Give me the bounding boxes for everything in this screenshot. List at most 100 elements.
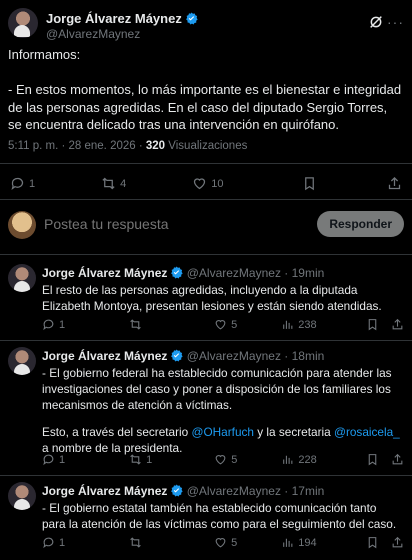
views-count: 194 (298, 536, 317, 549)
author-name[interactable]: Jorge Álvarez Máynez (42, 484, 167, 498)
verified-badge-icon (185, 12, 198, 25)
repost-icon (130, 454, 141, 465)
like-count: 5 (231, 536, 238, 549)
reply-count: 1 (59, 318, 66, 331)
author-handle[interactable]: @AlvarezMaynez (187, 266, 281, 280)
like-action[interactable]: 5 (214, 453, 237, 466)
main-post-actions: 1 4 10 (8, 176, 404, 191)
views-count: 320 (145, 140, 166, 152)
divider (0, 475, 412, 476)
verified-badge-icon (171, 349, 184, 362)
post-timestamp[interactable]: 5:11 p. m. · 28 ene. 2026 · (8, 140, 143, 152)
main-post-text: Informamos: - En estos momentos, lo más … (8, 46, 404, 134)
reply-composer: Responder (8, 205, 404, 245)
reply-text: - El gobierno estatal también ha estable… (42, 501, 397, 532)
share-icon (388, 176, 401, 190)
repost-action[interactable] (129, 536, 146, 549)
reply-extra-actions (366, 536, 404, 549)
reply-extra-actions (366, 318, 404, 331)
post-time[interactable]: · 19min (284, 266, 324, 280)
post-meta: 5:11 p. m. · 28 ene. 2026 · 320 Visualiz… (8, 140, 247, 152)
author-handle[interactable]: @AlvarezMaynez (46, 27, 140, 41)
mention-link[interactable]: @rosaicela_ (334, 425, 400, 439)
reply-input[interactable] (44, 216, 294, 232)
divider (0, 199, 412, 200)
grok-icon[interactable] (368, 14, 384, 30)
author-handle[interactable]: @AlvarezMaynez (187, 484, 281, 498)
author-name[interactable]: Jorge Álvarez Máynez (42, 349, 167, 363)
reply-actions: 1 1 5 228 (42, 453, 404, 466)
repost-action[interactable]: 1 (129, 453, 152, 466)
reply-header: Jorge Álvarez Máynez @AlvarezMaynez · 19… (42, 266, 324, 280)
like-action[interactable]: 10 (192, 176, 224, 191)
reply-text-part: Esto, a través del secretario (42, 424, 192, 439)
reply-action[interactable]: 1 (42, 536, 65, 549)
reply-header: Jorge Álvarez Máynez @AlvarezMaynez · 18… (42, 349, 324, 363)
verified-badge-icon (171, 484, 184, 497)
share-action[interactable] (387, 176, 402, 191)
like-action[interactable]: 5 (214, 318, 237, 331)
reply-paragraph: Esto, a través del secretario @OHarfuch … (42, 424, 402, 456)
bookmark-action[interactable] (302, 176, 317, 191)
like-count: 5 (231, 318, 238, 331)
reply-paragraph: - El gobierno federal ha establecido com… (42, 366, 392, 413)
repost-count: 1 (146, 453, 153, 466)
repost-icon (102, 177, 115, 190)
author-handle[interactable]: @AlvarezMaynez (187, 349, 281, 363)
bookmark-icon[interactable] (366, 318, 379, 331)
main-post-body: - En estos momentos, lo más importante e… (8, 82, 402, 133)
views-icon (283, 320, 293, 329)
mention-link[interactable]: @OHarfuch (192, 425, 254, 439)
author-name[interactable]: Jorge Álvarez Máynez (42, 266, 167, 280)
views-icon (283, 538, 293, 547)
repost-count: 4 (120, 177, 127, 190)
post-time[interactable]: · 18min (284, 349, 324, 363)
repost-action[interactable] (129, 318, 146, 331)
divider (0, 163, 412, 164)
views-label: Visualizaciones (168, 140, 248, 152)
main-post-intro: Informamos: (8, 47, 81, 62)
divider (0, 340, 412, 341)
reply-count: 1 (29, 177, 36, 190)
bookmark-icon[interactable] (366, 453, 379, 466)
views-action[interactable]: 194 (281, 536, 317, 549)
views-action[interactable]: 238 (281, 318, 317, 331)
reply-header: Jorge Álvarez Máynez @AlvarezMaynez · 17… (42, 484, 324, 498)
bookmark-icon[interactable] (366, 536, 379, 549)
user-avatar[interactable] (8, 211, 36, 239)
reply-icon (11, 177, 24, 191)
reply-actions: 1 5 238 (42, 318, 404, 331)
author-avatar[interactable] (8, 482, 36, 510)
reply-count: 1 (59, 453, 66, 466)
post-time[interactable]: · 17min (284, 484, 324, 498)
reply-icon (43, 454, 54, 466)
reply-action[interactable]: 1 (10, 176, 35, 191)
reply-text: - El gobierno federal ha establecido com… (42, 365, 402, 456)
more-options-icon[interactable]: ··· (387, 14, 404, 30)
reply-text-part: y la secretaria (253, 424, 334, 439)
author-avatar[interactable] (8, 347, 36, 375)
views-action[interactable]: 228 (281, 453, 317, 466)
reply-action[interactable]: 1 (42, 453, 65, 466)
author-name-line[interactable]: Jorge Álvarez Máynez (46, 11, 198, 26)
reply-actions: 1 5 194 (42, 536, 404, 549)
author-name[interactable]: Jorge Álvarez Máynez (46, 11, 182, 26)
reply-text: El resto de las personas agredidas, incl… (42, 283, 382, 314)
reply-button[interactable]: Responder (317, 211, 404, 237)
reply-action[interactable]: 1 (42, 318, 65, 331)
author-avatar[interactable] (8, 264, 36, 292)
author-avatar[interactable] (8, 8, 38, 38)
share-icon[interactable] (391, 318, 404, 331)
repost-icon (130, 319, 141, 330)
share-icon[interactable] (391, 536, 404, 549)
repost-icon (130, 537, 141, 548)
repost-action[interactable]: 4 (101, 176, 126, 191)
like-action[interactable]: 5 (214, 536, 237, 549)
views-count: 228 (298, 453, 317, 466)
main-post-header: Jorge Álvarez Máynez @AlvarezMaynez ··· (8, 6, 404, 41)
reply-count: 1 (59, 536, 66, 549)
heart-icon (194, 178, 206, 190)
share-icon[interactable] (391, 453, 404, 466)
heart-icon (215, 455, 226, 465)
reply-icon (43, 319, 54, 331)
